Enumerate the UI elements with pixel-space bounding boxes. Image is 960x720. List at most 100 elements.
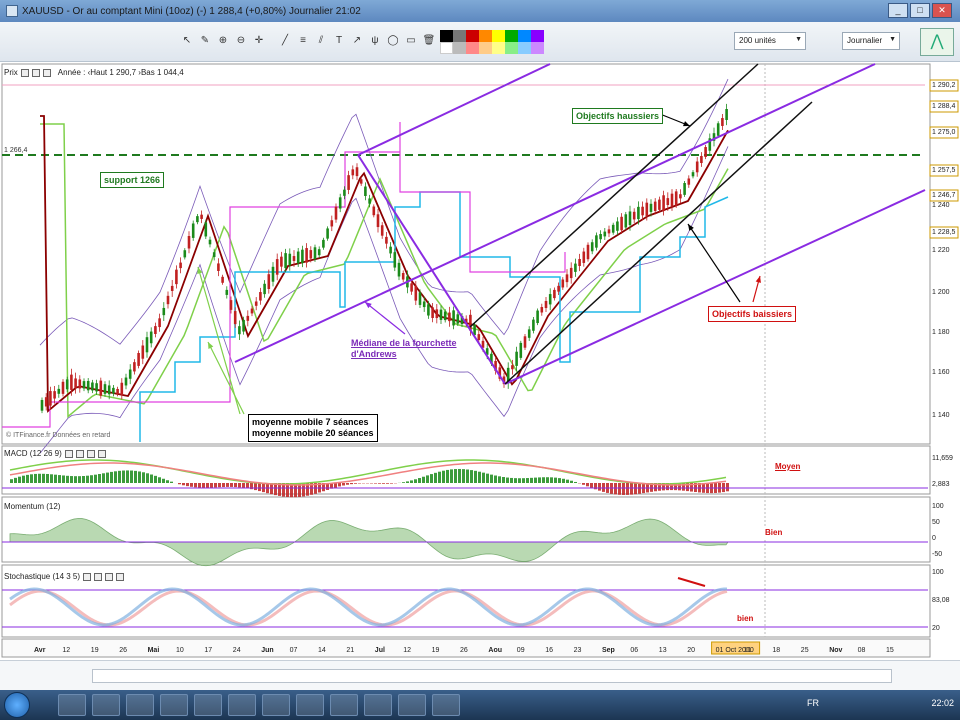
candle-body [242, 319, 245, 332]
candle-body [662, 195, 665, 212]
chart-logo-icon[interactable]: ⋀ [920, 28, 954, 56]
momentum-tick: 100 [932, 503, 944, 510]
macd-bar [254, 483, 257, 491]
pencil-icon[interactable]: ✎ [198, 34, 212, 48]
crosshair-icon[interactable]: ✛ [252, 34, 266, 48]
pitchfork-icon[interactable]: ψ [368, 34, 382, 48]
macd-bar [566, 479, 569, 483]
candle-body [565, 274, 569, 283]
taskbar-item-browser[interactable] [126, 694, 154, 716]
fork-upper [357, 63, 551, 156]
taskbar-item-app8[interactable] [398, 694, 426, 716]
price-tick: 1 275,0 [932, 129, 955, 136]
candle-body [603, 231, 607, 237]
close-button[interactable]: ✕ [932, 3, 952, 18]
macd-bar [14, 477, 17, 483]
macd-bar [18, 476, 21, 483]
taskbar-item-explorer[interactable] [58, 694, 86, 716]
macd-bar [590, 483, 593, 488]
candle-body [599, 234, 602, 240]
candle-body [628, 211, 632, 226]
moving-average-legend: moyenne mobile 7 séances moyenne mobile … [248, 414, 378, 442]
color-swatch-icon[interactable] [440, 30, 544, 54]
candle-body [112, 387, 115, 394]
language-indicator[interactable]: FR [807, 698, 819, 708]
candle-body [86, 380, 90, 391]
candle-body [133, 362, 136, 372]
macd-bar [118, 470, 121, 483]
macd-bar [522, 478, 525, 483]
candle-body [401, 273, 405, 280]
x-axis-label: 07 [290, 647, 298, 654]
arrow-icon[interactable]: ↗ [350, 34, 364, 48]
macd-bar [50, 474, 53, 483]
x-axis-label: 10 [176, 647, 184, 654]
command-input[interactable] [92, 669, 892, 683]
macd-bar [74, 476, 77, 483]
candle-body [536, 310, 539, 324]
candle-body [653, 201, 657, 211]
candle-body [179, 262, 182, 269]
status-strip [0, 660, 960, 690]
candle-body [544, 300, 548, 309]
macd-bar [66, 475, 69, 483]
period-select[interactable]: Journalier ▼ [842, 32, 900, 50]
momentum-annotation: Bien [762, 526, 786, 539]
stoch-annotation: bien [734, 612, 757, 625]
maximize-button[interactable]: □ [910, 3, 930, 18]
candle-body [368, 198, 371, 204]
taskbar-item-app3[interactable] [228, 694, 256, 716]
chart-area[interactable]: 1 290,2 1 288,4 1 275,0 1 257,5 1 246,7 1 240… [0, 62, 960, 660]
candle-body [217, 263, 220, 271]
taskbar-item-media[interactable] [92, 694, 120, 716]
text-icon[interactable]: T [332, 34, 346, 48]
macd-bar [386, 483, 389, 484]
macd-bar [586, 483, 589, 487]
macd-bar [102, 473, 105, 483]
fibonacci-icon[interactable]: ≡ [296, 34, 310, 48]
start-button[interactable] [4, 692, 30, 718]
clock[interactable]: 22:02 [931, 698, 954, 708]
units-select[interactable]: 200 unités ▼ [734, 32, 806, 50]
macd-bar [182, 483, 185, 486]
macd-bar [562, 478, 565, 483]
minimize-button[interactable]: _ [888, 3, 908, 18]
taskbar-item-app7[interactable] [364, 694, 392, 716]
zoom-out-icon[interactable]: ⊖ [234, 34, 248, 48]
taskbar-item-app6[interactable] [330, 694, 358, 716]
zoom-icon[interactable]: ⊕ [216, 34, 230, 48]
macd-bar [230, 483, 233, 487]
macd-tick: 11,659 [932, 455, 953, 462]
taskbar-item-app[interactable] [160, 694, 188, 716]
taskbar-item-app9[interactable] [432, 694, 460, 716]
macd-bar [538, 477, 541, 483]
taskbar-item-app4[interactable] [262, 694, 290, 716]
x-axis-label: 26 [119, 647, 127, 654]
macd-bar [214, 483, 217, 488]
chevron-down-icon: ▼ [889, 36, 896, 43]
candle-body [385, 236, 388, 244]
candle-body [191, 223, 195, 238]
cursor-icon[interactable]: ↖ [180, 34, 194, 48]
delete-icon[interactable]: 🗑 [422, 34, 436, 48]
taskbar-item-app5[interactable] [296, 694, 324, 716]
macd-bar [198, 483, 201, 488]
trend-line-icon[interactable]: ╱ [278, 34, 292, 48]
kijun-line [139, 191, 729, 442]
taskbar-item-app2[interactable] [194, 694, 222, 716]
rect-icon[interactable]: ▭ [404, 34, 418, 48]
macd-bar [258, 483, 261, 492]
candle-body [637, 206, 640, 220]
candle-body [343, 189, 346, 196]
candle-body [326, 228, 329, 239]
macd-bar [210, 483, 213, 488]
candle-body [309, 250, 313, 259]
candle-body [246, 315, 250, 321]
macd-bar [550, 477, 553, 483]
ellipse-icon[interactable]: ◯ [386, 34, 400, 48]
macd-bar [614, 483, 617, 495]
channel-icon[interactable]: ⫽ [314, 34, 328, 48]
chart-canvas[interactable]: 1 290,2 1 288,4 1 275,0 1 257,5 1 246,7 1 240… [0, 62, 960, 660]
candle-body [53, 391, 56, 399]
candle-body [557, 285, 560, 292]
